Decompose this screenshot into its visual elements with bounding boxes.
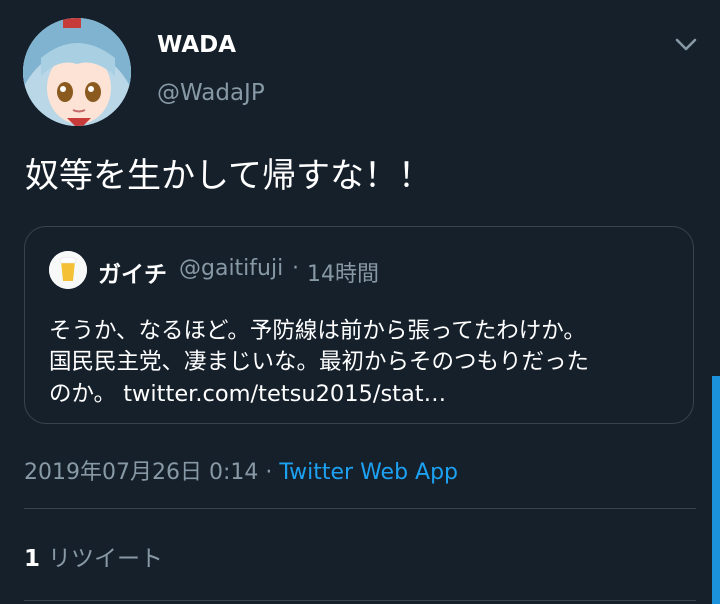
meta-separator: · [258,460,280,485]
divider [24,508,696,509]
quoted-author-name: ガイチ [98,262,167,288]
retweet-label: リツイート [48,546,164,572]
scrollbar[interactable] [712,376,720,604]
source-app-link[interactable]: Twitter Web App [279,460,458,485]
quoted-time: 14時間 [307,262,379,287]
avatar-image [23,18,131,126]
quoted-author-handle: @gaitifuji [179,256,284,281]
quoted-avatar-beer-icon [49,251,87,289]
tweet-date[interactable]: 2019年07月26日 0:14 [24,460,258,485]
retweet-count: 1 [24,546,41,572]
tweet-meta: 2019年07月26日 0:14 · Twitter Web App [24,454,458,486]
avatar[interactable] [23,18,131,126]
retweet-stats[interactable]: 1 リツイート [24,539,163,573]
chevron-down-icon[interactable] [671,30,701,60]
quoted-text-line: のか。 twitter.com/tetsu2015/stat… [49,381,447,407]
divider [24,600,696,601]
quoted-tweet[interactable]: ガイチ @gaitifuji · 14時間 そうか、なるほど。予防線は前から張っ… [24,226,694,424]
quoted-text-line: そうか、なるほど。予防線は前から張ってたわけか。 [49,318,586,344]
quoted-separator: · [292,256,299,281]
tweet-text: 奴等を生かして帰すな！！ [25,156,432,196]
author-name[interactable]: WADA [157,32,236,58]
quoted-text-line: 国民民主党、凄まじいな。最初からそのつもりだった [49,349,590,375]
author-handle[interactable]: @WadaJP [157,80,265,106]
